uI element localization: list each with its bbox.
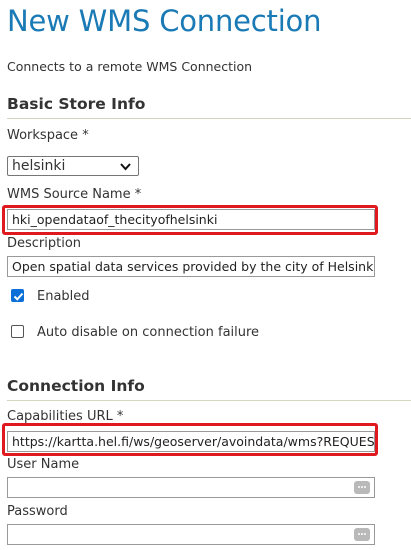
chevron-down-icon bbox=[120, 163, 131, 171]
workspace-label: Workspace * bbox=[7, 128, 89, 143]
enabled-checkbox[interactable] bbox=[11, 289, 24, 302]
workspace-select[interactable]: helsinki bbox=[7, 156, 139, 176]
workspace-select-value: helsinki bbox=[12, 158, 66, 174]
page-subtitle: Connects to a remote WMS Connection bbox=[7, 59, 253, 74]
capabilities-url-label: Capabilities URL * bbox=[7, 409, 124, 424]
user-name-input[interactable] bbox=[7, 477, 375, 498]
password-dots-icon[interactable] bbox=[354, 528, 370, 541]
description-input[interactable]: Open spatial data services provided by t… bbox=[7, 256, 375, 277]
checkmark-icon bbox=[13, 292, 24, 301]
password-label: Password bbox=[7, 504, 68, 519]
password-input[interactable] bbox=[7, 524, 375, 545]
user-name-label: User Name bbox=[7, 457, 80, 472]
section-divider bbox=[7, 118, 411, 119]
enabled-label: Enabled bbox=[37, 289, 90, 304]
capabilities-url-input[interactable]: https://kartta.hel.fi/ws/geoserver/avoin… bbox=[7, 431, 375, 452]
connection-info-heading: Connection Info bbox=[7, 377, 145, 395]
auto-disable-label: Auto disable on connection failure bbox=[37, 325, 260, 340]
wms-source-name-input[interactable]: hki_opendataof_thecityofhelsinki bbox=[7, 209, 375, 230]
password-dots-icon[interactable] bbox=[354, 481, 370, 494]
page-title: New WMS Connection bbox=[7, 4, 322, 38]
description-label: Description bbox=[7, 236, 82, 251]
basic-store-info-heading: Basic Store Info bbox=[7, 95, 146, 113]
auto-disable-checkbox[interactable] bbox=[11, 325, 24, 338]
wms-source-name-label: WMS Source Name * bbox=[7, 187, 142, 202]
section-divider bbox=[7, 400, 411, 401]
